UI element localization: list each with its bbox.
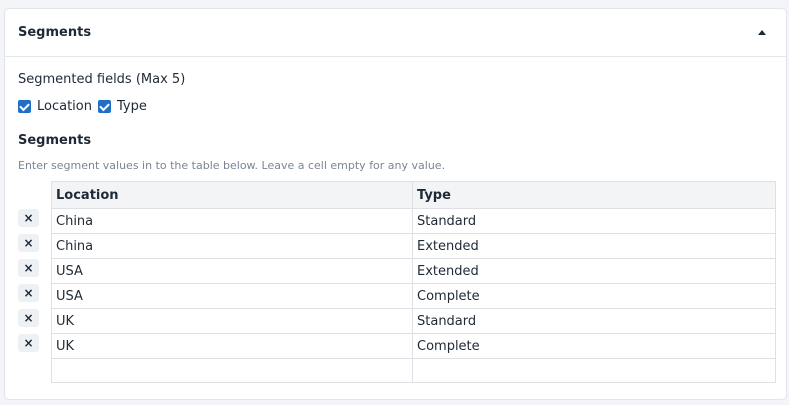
table-row: UK Complete (51, 333, 776, 359)
panel-header[interactable]: Segments (5, 9, 786, 57)
remove-row-button[interactable]: × (18, 284, 39, 302)
remove-row-button[interactable]: × (18, 334, 39, 352)
close-icon: × (23, 236, 34, 250)
panel-title: Segments (18, 25, 92, 40)
collapse-button[interactable] (752, 23, 772, 43)
cell-location[interactable]: USA (51, 258, 413, 284)
cell-type-empty[interactable] (412, 358, 776, 383)
checkbox-checked-icon[interactable] (97, 100, 111, 113)
close-icon: × (23, 211, 34, 225)
cell-location[interactable]: China (51, 233, 413, 259)
cell-type[interactable]: Complete (412, 283, 776, 309)
checkbox-location[interactable]: Location (18, 99, 92, 114)
cell-location[interactable]: UK (51, 308, 413, 334)
table-row: China Extended (51, 233, 776, 259)
checkbox-type[interactable]: Type (97, 99, 147, 114)
segments-table-wrapper: Location Type China Standard China Exten… (51, 181, 776, 383)
cell-type[interactable]: Extended (412, 233, 776, 259)
checkbox-checked-icon[interactable] (18, 100, 31, 113)
close-icon: × (23, 261, 34, 275)
segmented-fields-options: Location Type (18, 99, 153, 114)
remove-row-button[interactable]: × (18, 234, 39, 252)
checkbox-label: Location (37, 99, 92, 114)
table-row: USA Extended (51, 258, 776, 284)
table-header-row: Location Type (51, 181, 776, 209)
cell-location[interactable]: China (51, 208, 413, 234)
checkbox-label: Type (116, 99, 147, 114)
cell-type[interactable]: Complete (412, 333, 776, 359)
table-row: UK Standard (51, 308, 776, 334)
cell-location[interactable]: USA (51, 283, 413, 309)
cell-location[interactable]: UK (51, 333, 413, 359)
segments-table: Location Type China Standard China Exten… (51, 181, 776, 383)
segments-panel: Segments Segmented fields (Max 5) Locati… (4, 8, 787, 400)
cell-type[interactable]: Extended (412, 258, 776, 284)
table-row: USA Complete (51, 283, 776, 309)
close-icon: × (23, 336, 34, 350)
column-header-type: Type (412, 181, 776, 209)
close-icon: × (23, 311, 34, 325)
cell-type[interactable]: Standard (412, 308, 776, 334)
cell-location-empty[interactable] (51, 358, 413, 383)
caret-up-icon (758, 30, 766, 35)
table-row: China Standard (51, 208, 776, 234)
remove-row-button[interactable]: × (18, 209, 39, 227)
table-row-new (51, 358, 776, 383)
column-header-location: Location (51, 181, 413, 209)
segmented-fields-label: Segmented fields (Max 5) (18, 72, 186, 87)
segments-help-text: Enter segment values in to the table bel… (18, 159, 446, 172)
remove-row-button[interactable]: × (18, 309, 39, 327)
close-icon: × (23, 286, 34, 300)
remove-buttons: × × × × × × (18, 209, 39, 359)
segments-label: Segments (18, 133, 92, 148)
remove-row-button[interactable]: × (18, 259, 39, 277)
cell-type[interactable]: Standard (412, 208, 776, 234)
